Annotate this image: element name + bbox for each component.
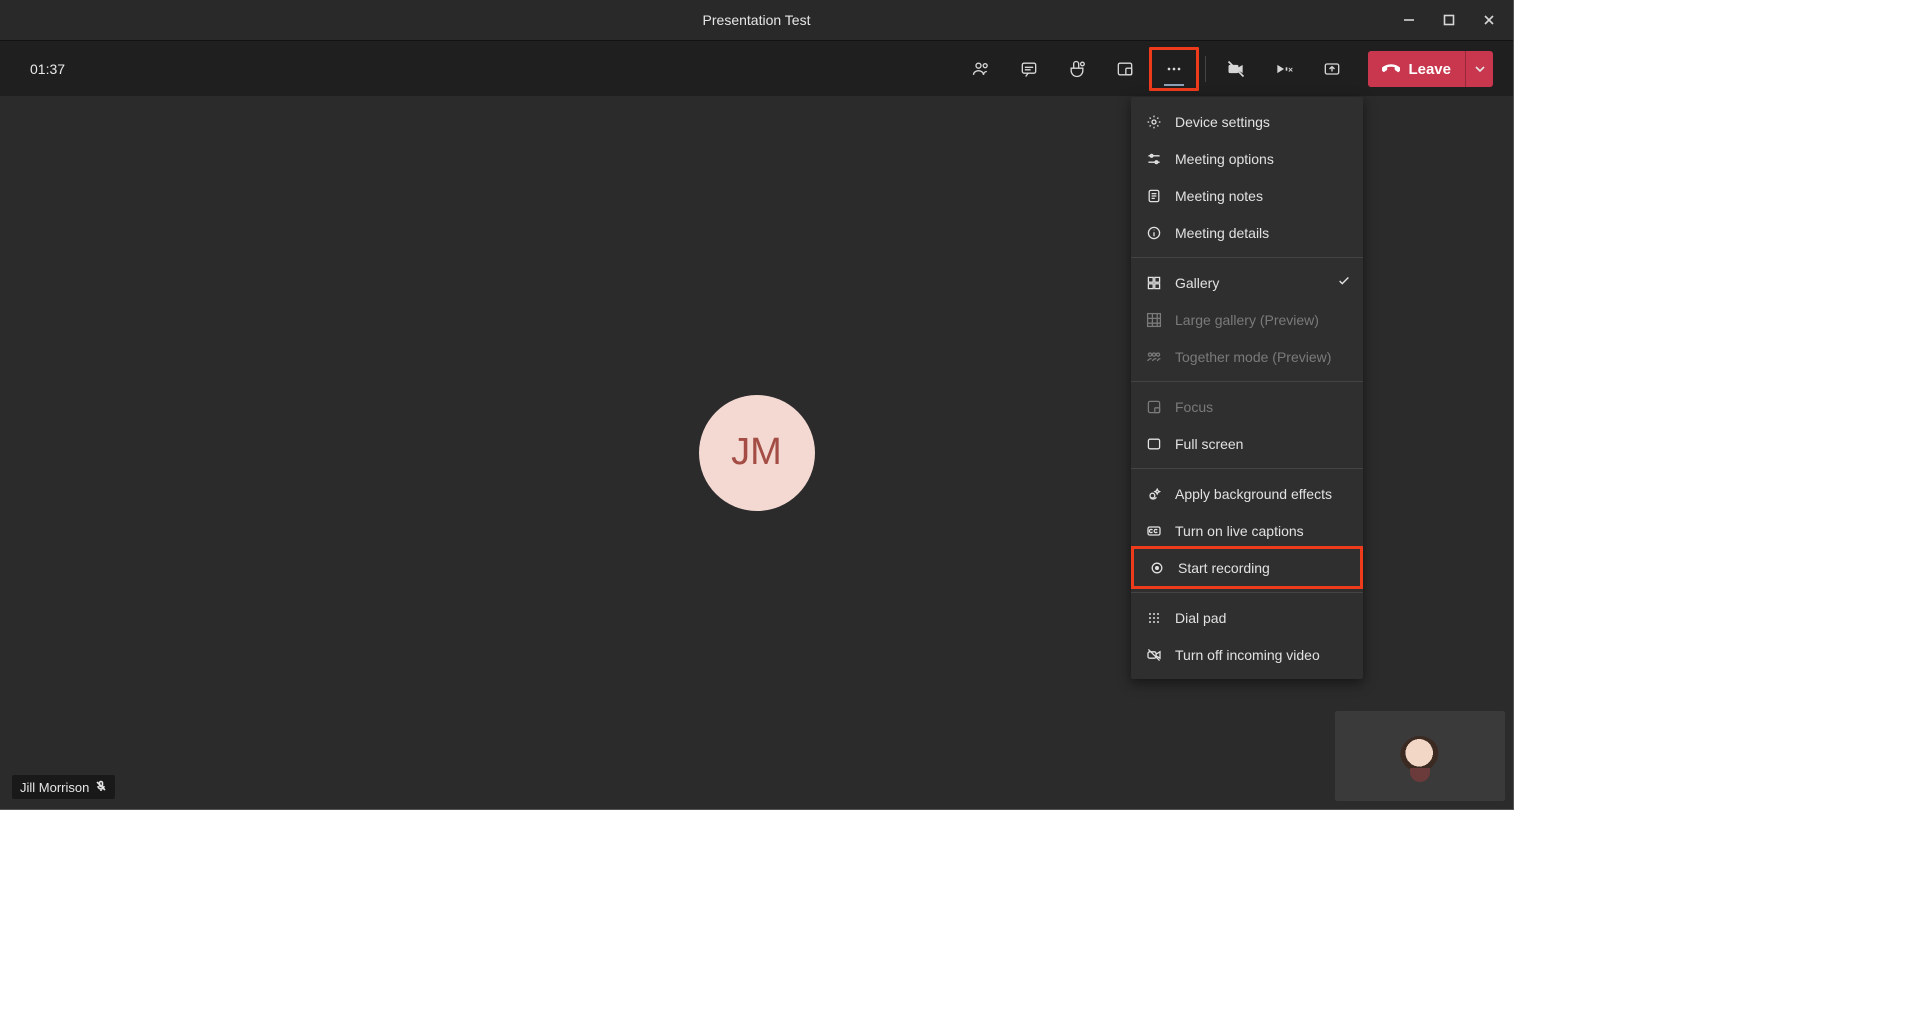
menu-label: Together mode (Preview) xyxy=(1175,349,1331,365)
menu-label: Meeting options xyxy=(1175,151,1274,167)
menu-label: Start recording xyxy=(1178,560,1270,576)
participants-button[interactable] xyxy=(957,47,1005,91)
menu-large-gallery: Large gallery (Preview) xyxy=(1131,301,1363,338)
menu-live-captions[interactable]: Turn on live captions xyxy=(1131,512,1363,549)
camera-toggle-button[interactable] xyxy=(1212,47,1260,91)
participant-name-label: Jill Morrison xyxy=(20,780,89,795)
menu-label: Turn off incoming video xyxy=(1175,647,1320,663)
call-timer: 01:37 xyxy=(30,61,65,77)
close-button[interactable] xyxy=(1469,0,1509,40)
svg-text:×: × xyxy=(1289,64,1294,74)
menu-start-recording[interactable]: Start recording xyxy=(1131,546,1363,589)
menu-meeting-options[interactable]: Meeting options xyxy=(1131,140,1363,177)
sparkle-icon xyxy=(1145,486,1163,502)
menu-label: Apply background effects xyxy=(1175,486,1332,502)
menu-label: Meeting details xyxy=(1175,225,1269,241)
menu-separator xyxy=(1131,592,1363,593)
avatar-initials: JM xyxy=(731,431,782,474)
menu-full-screen[interactable]: Full screen xyxy=(1131,425,1363,462)
menu-label: Focus xyxy=(1175,399,1213,415)
more-actions-button[interactable] xyxy=(1149,47,1199,91)
chat-button[interactable] xyxy=(1005,47,1053,91)
titlebar: Presentation Test xyxy=(0,0,1513,40)
more-actions-menu: Device settings Meeting options Meeting … xyxy=(1131,97,1363,679)
people-row-icon xyxy=(1145,349,1163,365)
participant-name-strip: Jill Morrison xyxy=(12,775,115,799)
window-title: Presentation Test xyxy=(703,12,811,28)
check-icon xyxy=(1337,274,1351,291)
leave-button[interactable]: Leave xyxy=(1368,51,1465,87)
window-controls xyxy=(1389,0,1509,40)
toolbar-divider xyxy=(1205,56,1206,82)
mic-muted-icon xyxy=(95,780,107,795)
reactions-button[interactable] xyxy=(1053,47,1101,91)
menu-device-settings[interactable]: Device settings xyxy=(1131,103,1363,140)
menu-label: Dial pad xyxy=(1175,610,1226,626)
meeting-toolbar: 01:37 × xyxy=(0,40,1513,96)
minimize-button[interactable] xyxy=(1389,0,1429,40)
rooms-button[interactable] xyxy=(1101,47,1149,91)
maximize-button[interactable] xyxy=(1429,0,1469,40)
self-avatar xyxy=(1400,736,1440,776)
grid-icon xyxy=(1145,275,1163,291)
cc-icon xyxy=(1145,523,1163,539)
menu-label: Large gallery (Preview) xyxy=(1175,312,1319,328)
record-icon xyxy=(1148,560,1166,576)
large-grid-icon xyxy=(1145,312,1163,328)
fullscreen-icon xyxy=(1145,436,1163,452)
menu-label: Turn on live captions xyxy=(1175,523,1304,539)
menu-separator xyxy=(1131,257,1363,258)
mic-toggle-button[interactable]: × xyxy=(1260,47,1308,91)
menu-turn-off-incoming-video[interactable]: Turn off incoming video xyxy=(1131,636,1363,673)
sliders-icon xyxy=(1145,151,1163,167)
share-screen-button[interactable] xyxy=(1308,47,1356,91)
menu-separator xyxy=(1131,468,1363,469)
info-icon xyxy=(1145,225,1163,241)
menu-label: Gallery xyxy=(1175,275,1219,291)
menu-separator xyxy=(1131,381,1363,382)
gear-icon xyxy=(1145,114,1163,130)
menu-focus: Focus xyxy=(1131,388,1363,425)
leave-label: Leave xyxy=(1408,61,1451,78)
leave-dropdown-button[interactable] xyxy=(1465,51,1493,87)
menu-background-effects[interactable]: Apply background effects xyxy=(1131,475,1363,512)
notes-icon xyxy=(1145,188,1163,204)
menu-label: Full screen xyxy=(1175,436,1243,452)
menu-together-mode: Together mode (Preview) xyxy=(1131,338,1363,375)
self-view-tile[interactable] xyxy=(1335,711,1505,801)
dialpad-icon xyxy=(1145,610,1163,626)
participant-avatar: JM xyxy=(699,395,815,511)
video-off-icon xyxy=(1145,647,1163,663)
menu-label: Device settings xyxy=(1175,114,1270,130)
menu-gallery[interactable]: Gallery xyxy=(1131,264,1363,301)
menu-meeting-details[interactable]: Meeting details xyxy=(1131,214,1363,251)
menu-label: Meeting notes xyxy=(1175,188,1263,204)
menu-meeting-notes[interactable]: Meeting notes xyxy=(1131,177,1363,214)
menu-dial-pad[interactable]: Dial pad xyxy=(1131,599,1363,636)
focus-icon xyxy=(1145,399,1163,415)
teams-meeting-window: Presentation Test 01:37 xyxy=(0,0,1513,809)
